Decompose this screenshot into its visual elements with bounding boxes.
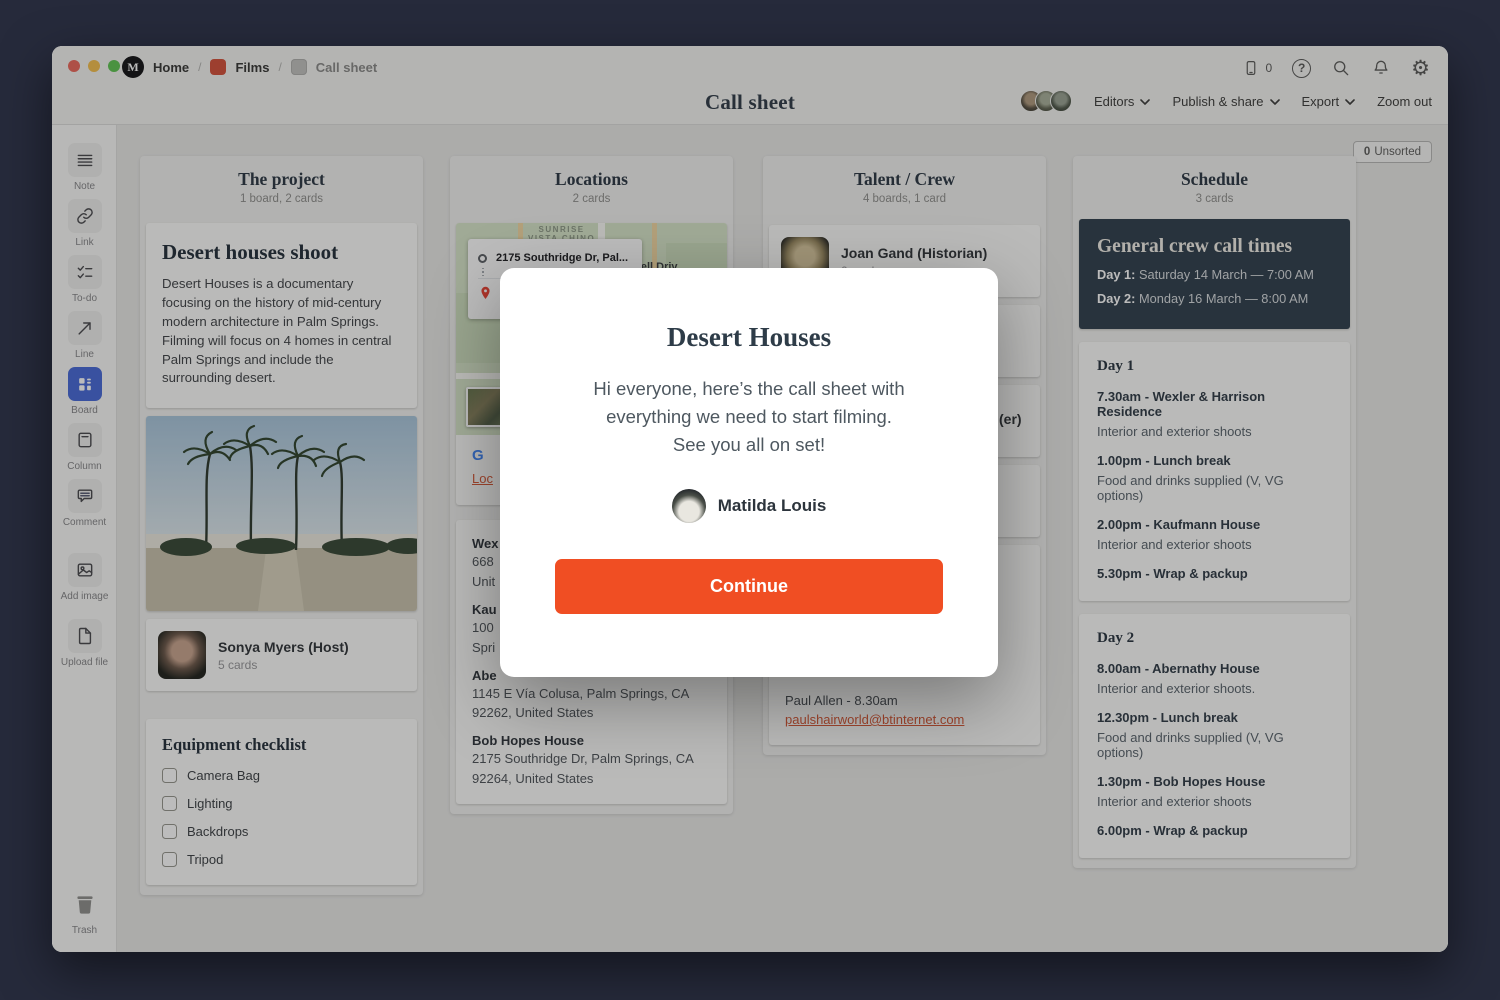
modal-message: Hi everyone, here’s the call sheet with … <box>593 375 904 459</box>
modal-title: Desert Houses <box>667 322 831 353</box>
avatar <box>672 489 706 523</box>
welcome-modal: Desert Houses Hi everyone, here’s the ca… <box>500 268 998 677</box>
app-window: M Home / Films / Call sheet 0 ? <box>52 46 1448 952</box>
desktop-background: M Home / Films / Call sheet 0 ? <box>0 0 1500 1000</box>
continue-button[interactable]: Continue <box>555 559 943 614</box>
author-name: Matilda Louis <box>718 496 827 516</box>
modal-author: Matilda Louis <box>672 489 827 523</box>
